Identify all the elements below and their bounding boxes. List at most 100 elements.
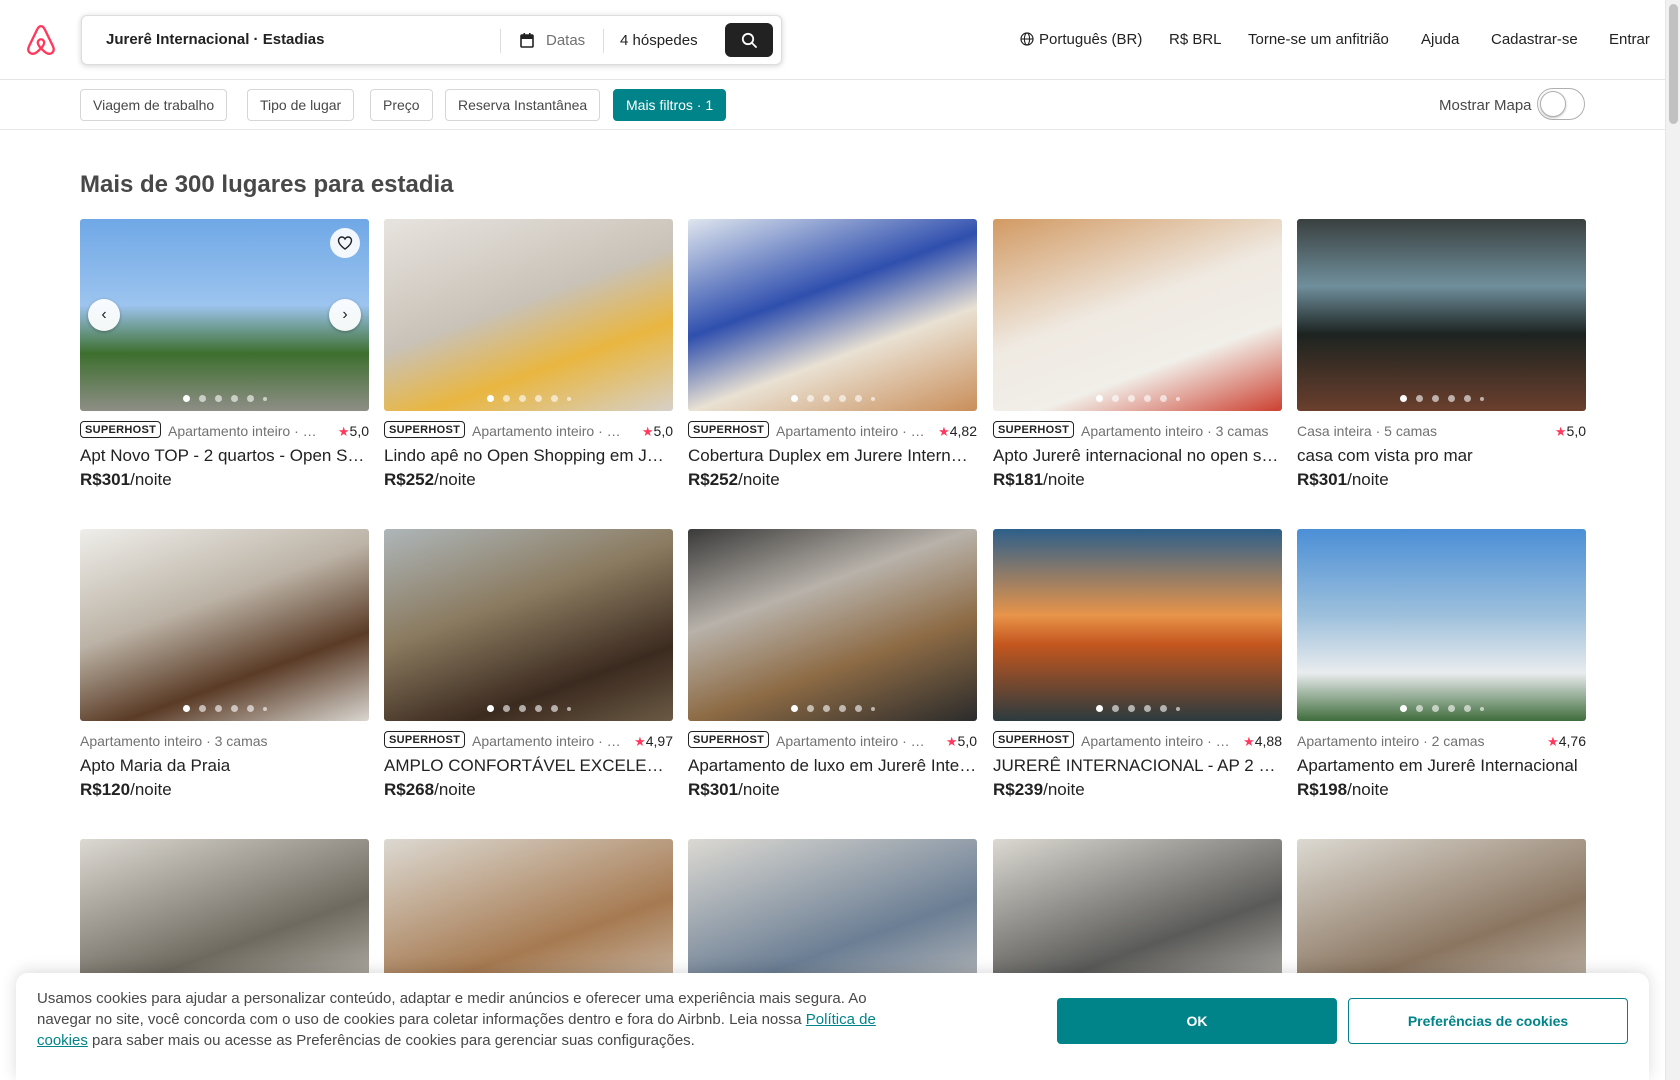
star-icon: ★: [337, 424, 350, 439]
photo-pagination-dots: [1297, 395, 1586, 402]
photo-pagination-dots: [80, 395, 369, 402]
listing-title[interactable]: Apartamento de luxo em Jurerê Internacio…: [688, 756, 977, 776]
search-location[interactable]: Jurerê Internacional · Estadias: [106, 31, 324, 48]
listing-title[interactable]: Apto Maria da Praia: [80, 756, 369, 776]
listing-title[interactable]: AMPLO CONFORTÁVEL EXCELENTE - JURERÊ: [384, 756, 673, 776]
login-link[interactable]: Entrar: [1609, 31, 1650, 48]
listing-meta: SUPERHOST Apartamento inteiro · 5 camas …: [688, 730, 977, 754]
listing-meta: Casa inteira · 5 camas ★5,0: [1297, 420, 1586, 444]
filter-instant-book[interactable]: Reserva Instantânea: [445, 89, 601, 121]
listing-meta: Apartamento inteiro · 3 camas: [80, 730, 369, 754]
listing-title[interactable]: Lindo apê no Open Shopping em Jurerê: [384, 446, 673, 466]
listing-rating: ★5,0: [642, 423, 673, 440]
star-icon: ★: [1243, 734, 1255, 749]
price-amount: R$301: [1297, 470, 1348, 489]
currency-link[interactable]: R$ BRL: [1169, 31, 1222, 48]
price-amount: R$120: [80, 780, 131, 799]
cookie-preferences-button[interactable]: Preferências de cookies: [1348, 998, 1628, 1044]
listing-title[interactable]: Apto Jurerê internacional no open shoppi…: [993, 446, 1282, 466]
scrollbar-thumb[interactable]: [1669, 4, 1678, 124]
listing-type: Apartamento inteiro · 4 camas: [472, 423, 621, 439]
filter-business-travel[interactable]: Viagem de trabalho: [80, 89, 228, 121]
listing-price: R$120/noite: [80, 780, 369, 800]
listing-meta: Apartamento inteiro · 2 camas ★4,76: [1297, 730, 1586, 754]
listing-title[interactable]: Apt Novo TOP - 2 quartos - Open Shopping: [80, 446, 369, 466]
listing-type: Casa inteira · 5 camas: [1297, 423, 1438, 439]
listing-card[interactable]: ‹ › SUPERHOST Apartamento inteiro · 4 ca…: [80, 219, 369, 490]
price-amount: R$301: [80, 470, 131, 489]
listing-photo[interactable]: [993, 219, 1282, 411]
guests-field[interactable]: 4 hóspedes: [620, 32, 698, 49]
listing-photo[interactable]: [688, 839, 977, 973]
price-unit: /noite: [1043, 780, 1085, 799]
listing-card[interactable]: Apartamento inteiro · 2 camas ★4,76 Apar…: [1297, 529, 1586, 800]
cookie-text-part: Usamos cookies para ajudar a personaliza…: [37, 990, 867, 1028]
show-map-label: Mostrar Mapa: [1439, 97, 1532, 114]
language-link[interactable]: Português (BR): [1039, 31, 1142, 48]
listing-title[interactable]: Cobertura Duplex em Jurere Internacional: [688, 446, 977, 466]
filter-price[interactable]: Preço: [370, 89, 433, 121]
help-link[interactable]: Ajuda: [1421, 31, 1459, 48]
listing-photo[interactable]: [384, 219, 673, 411]
rating-value: 4,97: [645, 733, 673, 749]
listing-price: R$198/noite: [1297, 780, 1586, 800]
listing-card[interactable]: [993, 839, 1282, 973]
listing-card[interactable]: Casa inteira · 5 camas ★5,0 casa com vis…: [1297, 219, 1586, 490]
listing-photo[interactable]: [1297, 839, 1586, 973]
rating-value: 5,0: [1566, 423, 1586, 439]
listing-photo[interactable]: [384, 839, 673, 973]
listing-photo[interactable]: [1297, 529, 1586, 721]
listing-photo[interactable]: [993, 839, 1282, 973]
listing-photo[interactable]: [688, 529, 977, 721]
rating-value: 4,82: [949, 423, 977, 439]
listing-card[interactable]: SUPERHOST Apartamento inteiro · 4 camas …: [384, 219, 673, 490]
price-unit: /noite: [738, 780, 780, 799]
price-amount: R$252: [384, 470, 435, 489]
listing-card[interactable]: SUPERHOST Apartamento inteiro · 4 camas …: [688, 219, 977, 490]
listing-photo[interactable]: [688, 219, 977, 411]
listing-card[interactable]: SUPERHOST Apartamento inteiro · 3 camas …: [993, 529, 1282, 800]
search-button[interactable]: [725, 23, 773, 57]
cookie-ok-button[interactable]: OK: [1057, 998, 1337, 1044]
star-icon: ★: [641, 424, 654, 439]
listing-photo[interactable]: [80, 839, 369, 973]
filter-place-type[interactable]: Tipo de lugar: [247, 89, 355, 121]
listing-card[interactable]: SUPERHOST Apartamento inteiro · 3 camas …: [993, 219, 1282, 490]
become-host-link[interactable]: Torne-se um anfitrião: [1248, 31, 1389, 48]
listing-title[interactable]: casa com vista pro mar: [1297, 446, 1586, 466]
divider: [500, 29, 501, 53]
listing-title[interactable]: Apartamento em Jurerê Internacional: [1297, 756, 1586, 776]
listing-title[interactable]: JURERÊ INTERNACIONAL - AP 2 QUARTOS: [993, 756, 1282, 776]
listing-card[interactable]: [1297, 839, 1586, 973]
heart-icon[interactable]: [330, 228, 360, 258]
price-amount: R$181: [993, 470, 1044, 489]
listing-card[interactable]: SUPERHOST Apartamento inteiro · 3 camas …: [384, 529, 673, 800]
listing-rating: ★5,0: [338, 423, 369, 440]
listing-price: R$252/noite: [384, 470, 673, 490]
dates-field[interactable]: Datas: [546, 32, 585, 49]
listing-photo[interactable]: ‹ ›: [80, 219, 369, 411]
filter-more-filters[interactable]: Mais filtros · 1: [613, 89, 727, 121]
show-map-toggle[interactable]: [1537, 88, 1585, 120]
listing-card[interactable]: [688, 839, 977, 973]
prev-photo-button[interactable]: ‹: [88, 299, 120, 331]
price-unit: /noite: [434, 470, 476, 489]
price-unit: /noite: [434, 780, 476, 799]
toggle-knob: [1540, 91, 1566, 117]
listing-photo[interactable]: [1297, 219, 1586, 411]
next-photo-button[interactable]: ›: [329, 299, 361, 331]
scrollbar[interactable]: [1665, 0, 1680, 1080]
listing-card[interactable]: SUPERHOST Apartamento inteiro · 5 camas …: [688, 529, 977, 800]
listing-price: R$239/noite: [993, 780, 1282, 800]
price-amount: R$301: [688, 780, 739, 799]
airbnb-logo-icon[interactable]: [24, 23, 58, 57]
listing-photo[interactable]: [993, 529, 1282, 721]
search-bar[interactable]: Jurerê Internacional · Estadias Datas 4 …: [81, 15, 782, 65]
signup-link[interactable]: Cadastrar-se: [1491, 31, 1578, 48]
price-unit: /noite: [130, 780, 172, 799]
listing-card[interactable]: Apartamento inteiro · 3 camas Apto Maria…: [80, 529, 369, 800]
listing-photo[interactable]: [80, 529, 369, 721]
listing-card[interactable]: [384, 839, 673, 973]
listing-photo[interactable]: [384, 529, 673, 721]
listing-card[interactable]: [80, 839, 369, 973]
